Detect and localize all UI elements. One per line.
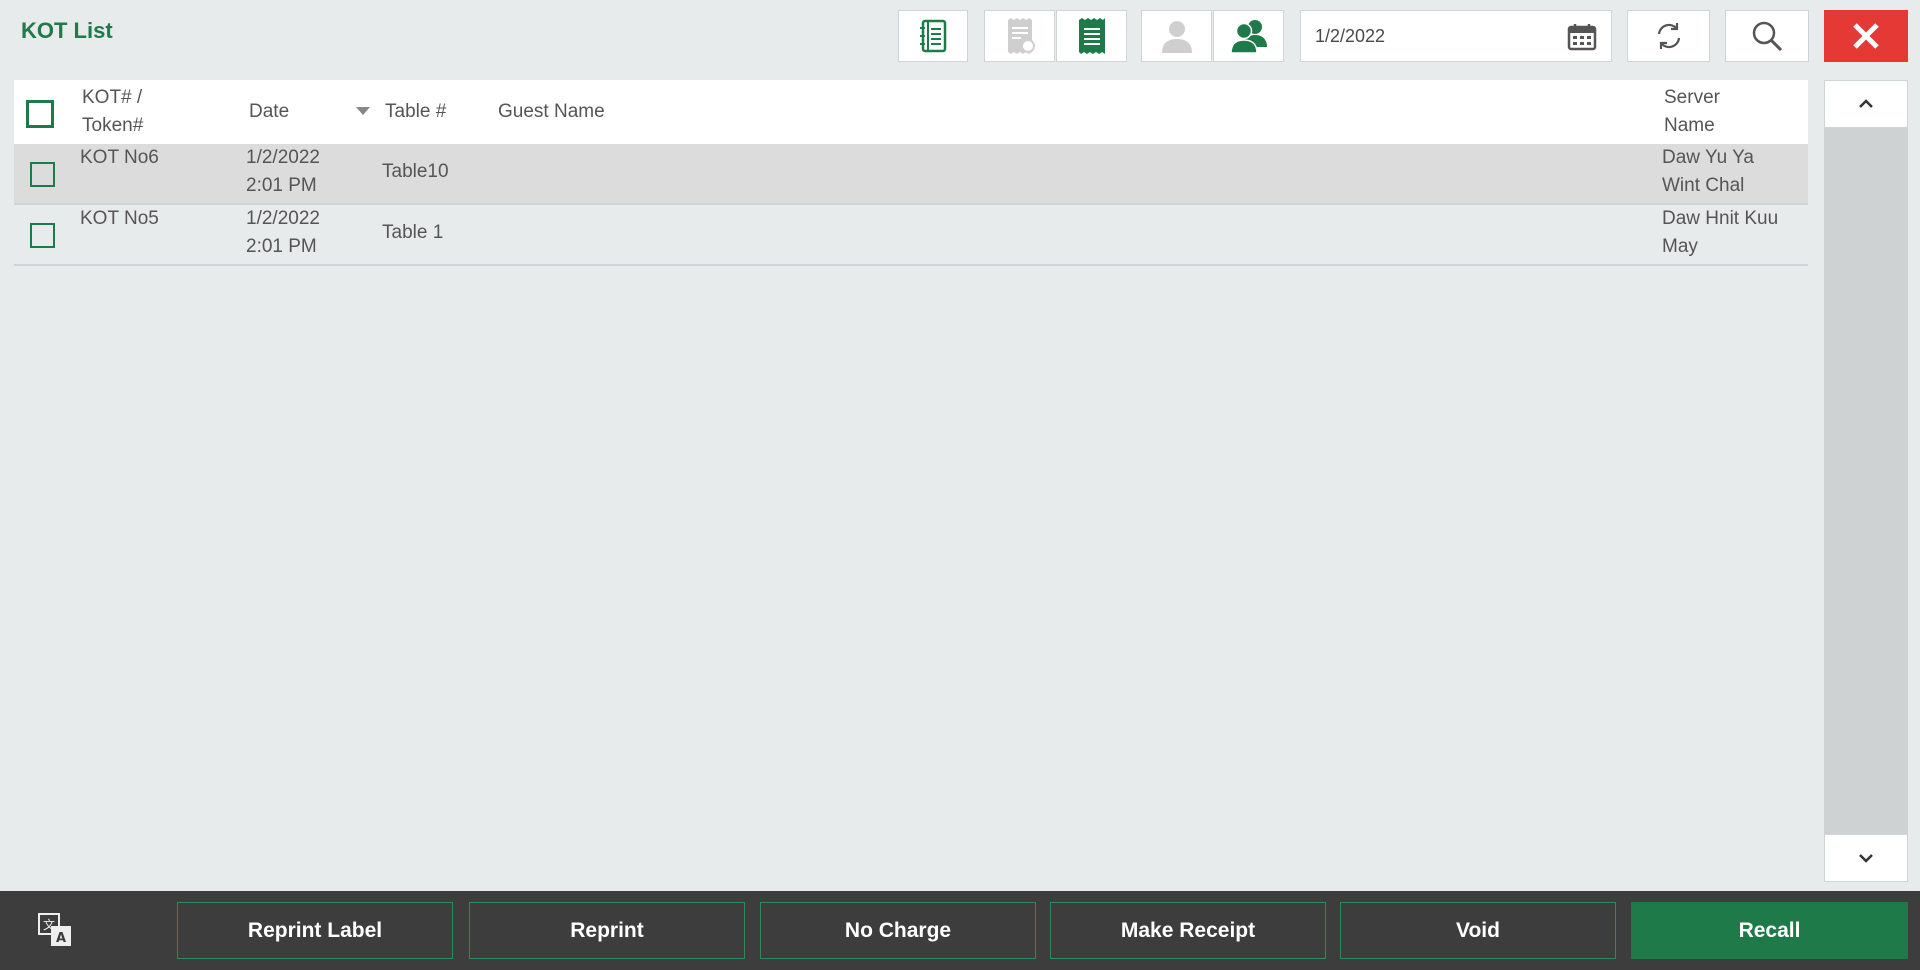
row-server-line2: Wint Chal	[1662, 175, 1745, 196]
row-kot: KOT No5	[80, 208, 159, 229]
row-checkbox[interactable]	[30, 162, 55, 187]
void-button[interactable]: Void	[1340, 902, 1616, 959]
receipt-filter-disabled-button[interactable]	[984, 10, 1055, 62]
header-kot-line1: KOT# /	[82, 87, 143, 108]
header-kot-line2: Token#	[82, 115, 144, 136]
svg-text:A: A	[56, 931, 66, 946]
row-date: 1/2/2022 2:01 PM	[246, 205, 320, 261]
scroll-up-button[interactable]	[1824, 80, 1908, 128]
row-date: 1/2/2022 2:01 PM	[246, 144, 320, 200]
footer-action-bar: 文 A Reprint Label Reprint No Charge Make…	[0, 891, 1920, 970]
table-row[interactable]: KOT No5 1/2/2022 2:01 PM Table 1 Daw Hni…	[14, 205, 1808, 266]
row-kot: KOT No6	[80, 147, 159, 168]
header-table[interactable]: Table #	[385, 98, 446, 126]
sort-desc-icon	[356, 107, 370, 115]
group-users-icon	[1229, 20, 1267, 54]
date-value: 1/2/2022	[1315, 25, 1386, 46]
header-server-line1: Server	[1664, 87, 1720, 108]
row-checkbox[interactable]	[30, 223, 55, 248]
date-picker-field[interactable]: 1/2/2022	[1300, 10, 1612, 62]
single-user-icon	[1161, 21, 1192, 53]
row-table: Table10	[382, 161, 449, 182]
row-table: Table 1	[382, 222, 444, 243]
calendar-icon[interactable]	[1567, 23, 1597, 51]
receipt-filter-button[interactable]	[1056, 10, 1127, 62]
row-date-line2: 2:01 PM	[246, 175, 317, 196]
close-icon	[1853, 23, 1879, 49]
row-date-line1: 1/2/2022	[246, 147, 320, 168]
chevron-down-icon	[1859, 854, 1873, 863]
select-all-checkbox[interactable]	[26, 100, 54, 128]
kot-list-button[interactable]	[898, 10, 968, 62]
kot-table: KOT# / Token# Date Table # Guest Name Se…	[14, 80, 1808, 266]
refresh-button[interactable]	[1627, 10, 1710, 62]
reprint-button[interactable]: Reprint	[469, 902, 745, 959]
kot-book-icon	[920, 19, 947, 53]
row-server: Daw Hnit Kuu May	[1662, 205, 1778, 261]
row-server-line1: Daw Yu Ya	[1662, 147, 1754, 168]
refresh-icon	[1657, 23, 1680, 49]
row-server: Daw Yu Ya Wint Chal	[1662, 144, 1754, 200]
search-button[interactable]	[1725, 10, 1809, 62]
scroll-down-button[interactable]	[1824, 834, 1908, 882]
row-date-line1: 1/2/2022	[246, 208, 320, 229]
row-server-line1: Daw Hnit Kuu	[1662, 208, 1779, 229]
header-server-line2: Name	[1664, 115, 1715, 136]
search-icon	[1752, 21, 1783, 52]
close-button[interactable]	[1824, 10, 1908, 62]
header-guest-name[interactable]: Guest Name	[498, 98, 605, 126]
scrollbar-track[interactable]	[1824, 128, 1908, 834]
no-charge-button[interactable]: No Charge	[760, 902, 1036, 959]
page-title: KOT List	[21, 18, 113, 43]
header-server-name[interactable]: Server Name	[1664, 84, 1720, 140]
row-server-line2: May	[1662, 236, 1698, 257]
group-users-filter-button[interactable]	[1213, 10, 1284, 62]
single-user-filter-button[interactable]	[1141, 10, 1212, 62]
header-date[interactable]: Date	[249, 98, 289, 126]
table-header: KOT# / Token# Date Table # Guest Name Se…	[14, 80, 1808, 144]
header-kot[interactable]: KOT# / Token#	[82, 84, 143, 140]
row-date-line2: 2:01 PM	[246, 236, 317, 257]
receipt-icon	[1078, 18, 1105, 54]
reprint-label-button[interactable]: Reprint Label	[177, 902, 453, 959]
receipt-disabled-icon	[1007, 18, 1035, 54]
make-receipt-button[interactable]: Make Receipt	[1050, 902, 1326, 959]
chevron-up-icon	[1859, 99, 1873, 108]
recall-button[interactable]: Recall	[1631, 902, 1908, 959]
table-row[interactable]: KOT No6 1/2/2022 2:01 PM Table10 Daw Yu …	[14, 144, 1808, 205]
language-translate-icon[interactable]: 文 A	[38, 913, 72, 947]
